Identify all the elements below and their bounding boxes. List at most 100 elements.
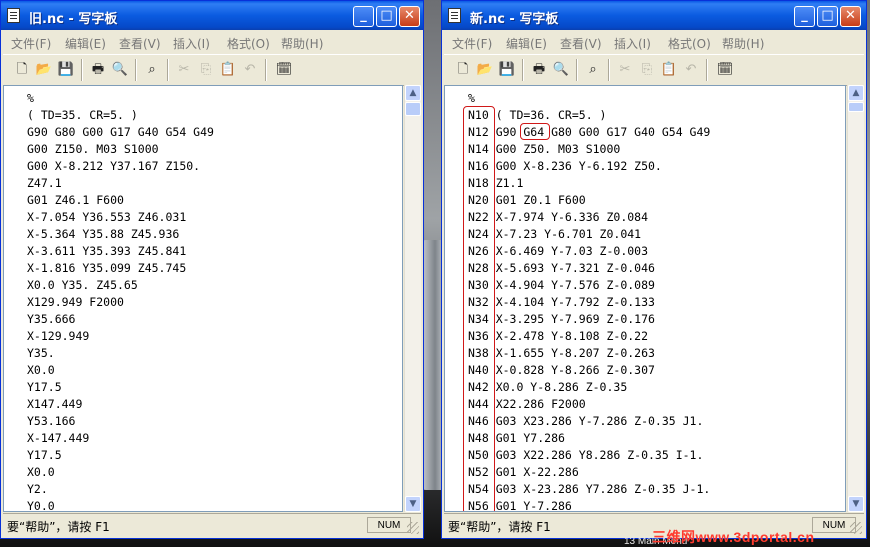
document-icon [7, 8, 20, 23]
undo-icon[interactable]: ↶ [682, 61, 700, 79]
annotation-line-number-box [463, 106, 495, 511]
num-lock-indicator: NUM [367, 517, 411, 533]
menu-edit[interactable]: 编辑(E) [65, 35, 106, 52]
code-line: X-147.449 [27, 431, 90, 445]
menu-help[interactable]: 帮助(H) [281, 35, 323, 52]
toolbar: 🗋 📂 💾 🖶 🔍 ⌕ ✂ ⎘ 📋 ↶ 🗓 [3, 54, 421, 86]
scroll-up-icon[interactable]: ▲ [405, 85, 421, 101]
menu-file[interactable]: 文件(F) [452, 35, 492, 52]
find-icon[interactable]: ⌕ [584, 61, 602, 79]
undo-icon[interactable]: ↶ [241, 61, 259, 79]
toolbar-separator [522, 59, 523, 81]
menu-insert[interactable]: 插入(I) [614, 35, 651, 52]
vertical-scrollbar[interactable]: ▲ ▼ [847, 85, 864, 512]
menu-format[interactable]: 格式(O) [668, 35, 711, 52]
new-document-icon[interactable]: 🗋 [13, 61, 31, 79]
close-button[interactable]: ✕ [399, 6, 420, 27]
code-line: N52 G01 X-22.286 [468, 465, 579, 479]
print-preview-icon[interactable]: 🔍 [552, 61, 570, 79]
menu-insert[interactable]: 插入(I) [173, 35, 210, 52]
code-line: Y17.5 [27, 380, 62, 394]
print-icon[interactable]: 🖶 [530, 61, 548, 79]
scroll-up-icon[interactable]: ▲ [848, 85, 864, 101]
print-preview-icon[interactable]: 🔍 [111, 61, 129, 79]
title-bar[interactable]: 新.nc - 写字板 _ □ ✕ [442, 1, 866, 30]
code-line: X0.0 [27, 465, 55, 479]
resize-grip[interactable] [407, 522, 419, 534]
code-line: N26 X-6.469 Y-7.03 Z-0.003 [468, 244, 649, 258]
code-line: X0.0 [27, 363, 55, 377]
insert-datetime-icon[interactable]: 🗓 [716, 61, 734, 79]
save-icon[interactable]: 💾 [57, 61, 75, 79]
toolbar-separator [576, 59, 577, 81]
code-line: X147.449 [27, 397, 83, 411]
menu-view[interactable]: 查看(V) [119, 35, 161, 52]
code-lines: % ( TD=35. CR=5. ) G90 G80 G00 G17 G40 G… [27, 90, 214, 511]
text-editor[interactable]: % N10 ( TD=36. CR=5. ) N12 G90 G64 G80 G… [444, 85, 846, 512]
maximize-button[interactable]: □ [376, 6, 397, 27]
scroll-down-icon[interactable]: ▼ [405, 496, 421, 512]
document-icon [448, 8, 461, 23]
code-line: G01 Z46.1 F600 [27, 193, 124, 207]
code-line: N44 X22.286 F2000 [468, 397, 586, 411]
open-folder-icon[interactable]: 📂 [35, 61, 53, 79]
code-line: X-129.949 [27, 329, 90, 343]
code-line: % [27, 91, 34, 105]
toolbar: 🗋 📂 💾 🖶 🔍 ⌕ ✂ ⎘ 📋 ↶ 🗓 [444, 54, 864, 86]
print-icon[interactable]: 🖶 [89, 61, 107, 79]
toolbar-separator [135, 59, 136, 81]
code-line: N48 G01 Y7.286 [468, 431, 565, 445]
save-icon[interactable]: 💾 [498, 61, 516, 79]
menu-help[interactable]: 帮助(H) [722, 35, 764, 52]
code-line: N46 G03 X23.286 Y-7.286 Z-0.35 J1. [468, 414, 704, 428]
title-bar[interactable]: 旧.nc - 写字板 _ □ ✕ [1, 1, 423, 30]
code-line: Y53.166 [27, 414, 76, 428]
cut-icon[interactable]: ✂ [175, 61, 193, 79]
copy-icon[interactable]: ⎘ [197, 61, 215, 79]
code-line: G00 Z150. M03 S1000 [27, 142, 159, 156]
minimize-button[interactable]: _ [353, 6, 374, 27]
toolbar-separator [608, 59, 609, 81]
paste-icon[interactable]: 📋 [219, 61, 237, 79]
toolbar-separator [167, 59, 168, 81]
cut-icon[interactable]: ✂ [616, 61, 634, 79]
copy-icon[interactable]: ⎘ [638, 61, 656, 79]
new-document-icon[interactable]: 🗋 [454, 61, 472, 79]
menu-file[interactable]: 文件(F) [11, 35, 51, 52]
code-line: N18 Z1.1 [468, 176, 524, 190]
scroll-thumb[interactable] [848, 102, 864, 112]
insert-datetime-icon[interactable]: 🗓 [275, 61, 293, 79]
status-help-text: 要“帮助”，请按 F1 [7, 520, 110, 534]
code-line: N34 X-3.295 Y-7.969 Z-0.176 [468, 312, 655, 326]
code-line: N22 X-7.974 Y-6.336 Z0.084 [468, 210, 649, 224]
toolbar-separator [81, 59, 82, 81]
code-line: N50 G03 X22.286 Y8.286 Z-0.35 I-1. [468, 448, 704, 462]
code-line: X-1.816 Y35.099 Z45.745 [27, 261, 187, 275]
code-line: N20 G01 Z0.1 F600 [468, 193, 586, 207]
open-folder-icon[interactable]: 📂 [476, 61, 494, 79]
menu-view[interactable]: 查看(V) [560, 35, 602, 52]
wordpad-window-old[interactable]: 旧.nc - 写字板 _ □ ✕ 文件(F) 编辑(E) 查看(V) 插入(I)… [0, 0, 424, 539]
scroll-thumb[interactable] [405, 102, 421, 116]
code-line: N56 G01 Y-7.286 [468, 499, 572, 512]
wordpad-window-new[interactable]: 新.nc - 写字板 _ □ ✕ 文件(F) 编辑(E) 查看(V) 插入(I)… [441, 0, 867, 539]
menu-format[interactable]: 格式(O) [227, 35, 270, 52]
paste-icon[interactable]: 📋 [660, 61, 678, 79]
code-line: N10 ( TD=36. CR=5. ) [468, 108, 607, 122]
menu-bar: 文件(F) 编辑(E) 查看(V) 插入(I) 格式(O) 帮助(H) [3, 31, 421, 53]
find-icon[interactable]: ⌕ [143, 61, 161, 79]
close-button[interactable]: ✕ [840, 6, 861, 27]
toolbar-separator [706, 59, 707, 81]
code-line: Z47.1 [27, 176, 62, 190]
code-line: X-5.364 Y35.88 Z45.936 [27, 227, 180, 241]
maximize-button[interactable]: □ [817, 6, 838, 27]
minimize-button[interactable]: _ [794, 6, 815, 27]
scroll-down-icon[interactable]: ▼ [848, 496, 864, 512]
vertical-scrollbar[interactable]: ▲ ▼ [404, 85, 421, 512]
annotation-g64-box [520, 123, 550, 140]
code-line: Y2. [27, 482, 48, 496]
text-editor[interactable]: % ( TD=35. CR=5. ) G90 G80 G00 G17 G40 G… [3, 85, 403, 512]
code-line: N32 X-4.104 Y-7.792 Z-0.133 [468, 295, 655, 309]
menu-edit[interactable]: 编辑(E) [506, 35, 547, 52]
code-line: X-7.054 Y36.553 Z46.031 [27, 210, 187, 224]
